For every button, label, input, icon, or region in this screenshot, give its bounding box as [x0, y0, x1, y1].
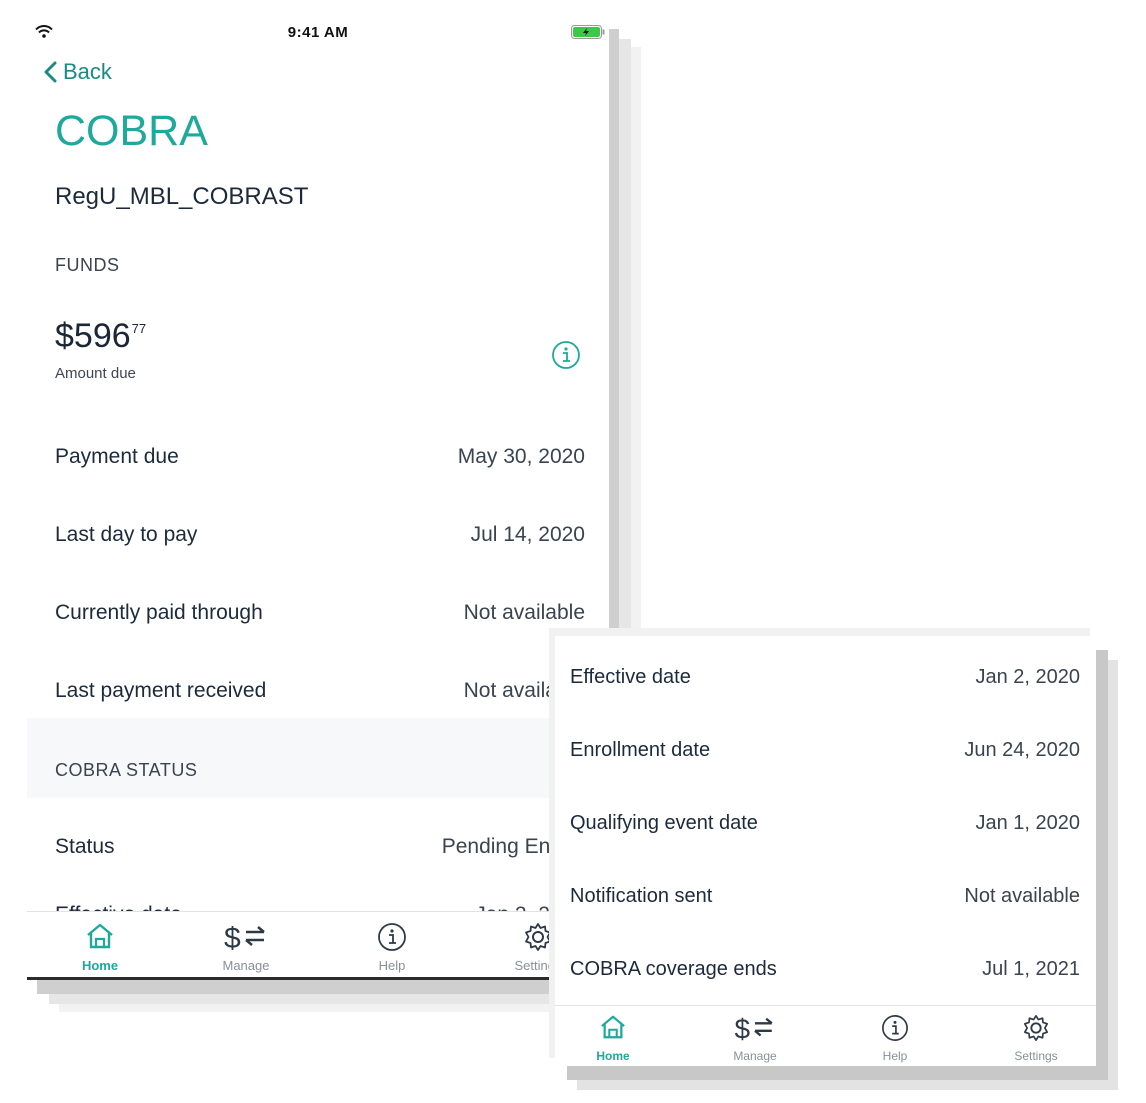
paid-through-row: Currently paid through Not available [27, 593, 609, 633]
row-value: Not available [964, 885, 1080, 907]
tab-settings[interactable]: Settings [976, 1006, 1096, 1066]
cobra-screen-main: 9:41 AM Back COBRA RegU_MBL_COBRAST FUND… [27, 15, 609, 980]
dollar-transfer-icon: $ [224, 922, 265, 952]
row-label: Payment due [55, 445, 179, 468]
tab-bar: Home $ Manage Help Settings [555, 1005, 1096, 1066]
coverage-ends-row: COBRA coverage ends Jul 1, 2021 [555, 950, 1096, 990]
tab-label: Settings [1014, 1049, 1058, 1063]
tab-label: Home [596, 1049, 630, 1063]
funds-section-header: FUNDS [27, 255, 609, 285]
notification-sent-row: Notification sent Not available [555, 877, 1096, 917]
tab-manage[interactable]: $ Manage [695, 1006, 815, 1066]
row-label: Last payment received [55, 679, 267, 702]
row-label: Notification sent [570, 885, 713, 907]
battery-icon [571, 25, 605, 44]
enrollment-date-row: Enrollment date Jun 24, 2020 [555, 731, 1096, 771]
dollar-transfer-icon: $ [734, 1014, 773, 1042]
row-value: Jul 14, 2020 [470, 523, 585, 546]
home-icon [601, 1015, 625, 1039]
plan-name: RegU_MBL_COBRAST [55, 183, 309, 210]
info-icon[interactable] [551, 340, 581, 375]
back-label: Back [63, 59, 112, 84]
row-value: Jun 24, 2020 [964, 739, 1080, 761]
last-day-to-pay-row: Last day to pay Jul 14, 2020 [27, 515, 609, 555]
tab-help[interactable]: Help [332, 912, 452, 980]
row-value: Jan 2, 2020 [975, 666, 1080, 688]
qualifying-event-date-row: Qualifying event date Jan 1, 2020 [555, 804, 1096, 844]
status-row: Status Pending Enrollment [27, 827, 609, 867]
amount-dollars: $596 [55, 317, 131, 355]
funds-section-label: FUNDS [55, 255, 120, 275]
back-button[interactable]: Back [43, 59, 112, 85]
row-label: COBRA coverage ends [570, 958, 777, 980]
status-time: 9:41 AM [287, 24, 349, 41]
amount-due-label: Amount due [55, 365, 136, 382]
page-title: COBRA [55, 107, 208, 155]
amount-due-value: $59677 [55, 317, 146, 355]
effective-date-row: Effective date Jan 2, 2020 [555, 658, 1096, 698]
row-label: Last day to pay [55, 523, 198, 546]
tab-home[interactable]: Home [40, 912, 160, 980]
row-label: Currently paid through [55, 601, 263, 624]
status-bar: 9:41 AM [27, 15, 609, 45]
amount-due: $59677 [55, 317, 146, 356]
svg-text:$: $ [734, 1014, 750, 1042]
row-value: Jul 1, 2021 [982, 958, 1080, 980]
info-icon [882, 1015, 908, 1041]
row-value: May 30, 2020 [457, 445, 585, 468]
row-label: Status [55, 835, 115, 858]
home-icon [87, 923, 113, 949]
row-value: Not available [463, 601, 585, 624]
amount-cents: 77 [131, 321, 147, 336]
row-label: Effective date [570, 666, 691, 688]
svg-text:$: $ [224, 922, 241, 952]
row-label: Qualifying event date [570, 812, 758, 834]
home-indicator [27, 977, 609, 980]
row-label: Enrollment date [570, 739, 711, 761]
tab-bar: Home $ Manage Help Settings [27, 911, 609, 980]
tab-label: Manage [222, 958, 270, 973]
cobra-status-section-label: COBRA STATUS [55, 760, 198, 780]
cobra-detail-card: Effective date Jan 2, 2020 Enrollment da… [555, 636, 1096, 1066]
gear-icon [1023, 1015, 1049, 1041]
last-payment-row: Last payment received Not available [27, 671, 609, 711]
row-value: Jan 1, 2020 [975, 812, 1080, 834]
info-icon [378, 923, 406, 951]
tab-label: Home [81, 958, 119, 973]
tab-home[interactable]: Home [555, 1006, 673, 1066]
gear-icon [525, 923, 551, 951]
chevron-left-icon [44, 61, 57, 83]
tab-label: Help [378, 958, 406, 973]
tab-manage[interactable]: $ Manage [186, 912, 306, 980]
cobra-status-section-header: COBRA STATUS [27, 760, 609, 790]
tab-help[interactable]: Help [835, 1006, 955, 1066]
payment-due-row: Payment due May 30, 2020 [27, 437, 609, 477]
tab-label: Help [882, 1049, 908, 1063]
tab-label: Manage [733, 1049, 777, 1063]
